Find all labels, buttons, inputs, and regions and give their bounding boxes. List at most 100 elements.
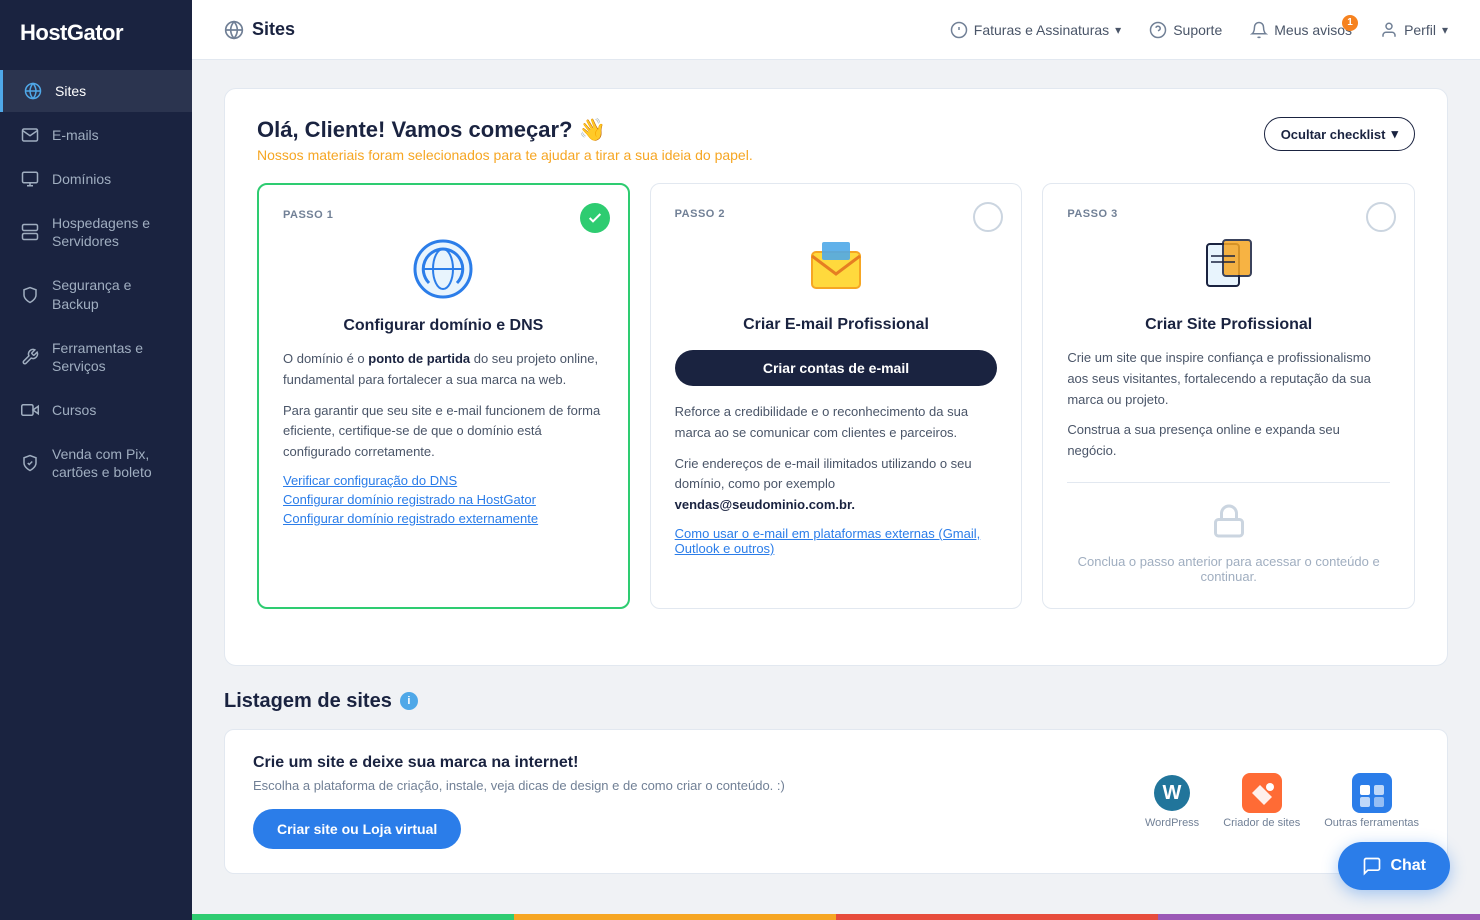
card-1-check-done (580, 203, 610, 233)
card-3-title: Criar Site Profissional (1067, 316, 1390, 334)
card-3-locked-text: Conclua o passo anterior para acessar o … (1067, 554, 1390, 584)
card-2-check-pending (973, 202, 1003, 232)
sidebar-item-dominios[interactable]: Domínios (0, 158, 192, 200)
card-2-step: PASSO 2 (675, 208, 998, 220)
sidebar-item-cursos[interactable]: Cursos (0, 389, 192, 431)
listing-card-left: Crie um site e deixe sua marca na intern… (253, 754, 785, 849)
sidebar-label-emails: E-mails (52, 127, 99, 143)
sidebar-item-hospedagens[interactable]: Hospedagens e Servidores (0, 202, 192, 262)
perfil-chevron: ▾ (1442, 23, 1448, 37)
listing-card-right: W WordPress Criador de sites (1145, 773, 1419, 829)
checklist-cards: PASSO 1 Configurar domínio e DNS (257, 183, 1415, 609)
card-1-desc1: O domínio é o ponto de partida do seu pr… (283, 349, 604, 391)
platform-criador[interactable]: Criador de sites (1223, 773, 1300, 829)
create-site-button[interactable]: Criar site ou Loja virtual (253, 809, 461, 849)
venda-icon (20, 454, 40, 472)
card-3-desc1: Crie um site que inspire confiança e pro… (1067, 348, 1390, 410)
app-logo: HostGator (0, 0, 192, 70)
sidebar-item-emails[interactable]: E-mails (0, 114, 192, 156)
card-1-link-1[interactable]: Verificar configuração do DNS (283, 473, 604, 488)
faturas-nav-item[interactable]: Faturas e Assinaturas ▾ (950, 21, 1121, 39)
card-1-title: Configurar domínio e DNS (283, 317, 604, 335)
sidebar: HostGator Sites E-mails Domínios Hospeda… (0, 0, 192, 920)
sidebar-label-seguranca: Segurança e Backup (52, 276, 172, 312)
avisos-badge: 1 (1342, 15, 1358, 31)
checklist-card-1: PASSO 1 Configurar domínio e DNS (257, 183, 630, 609)
card-3-icon (1067, 236, 1390, 300)
content-area: Olá, Cliente! Vamos começar? 👋 Nossos ma… (192, 60, 1480, 914)
platform-outras[interactable]: Outras ferramentas (1324, 773, 1419, 829)
ferramentas-icon (20, 348, 40, 366)
header-nav: Faturas e Assinaturas ▾ Suporte 1 Meus a… (950, 21, 1448, 39)
listing-title-text: Listagem de sites (224, 690, 392, 713)
listing-card-title: Crie um site e deixe sua marca na intern… (253, 754, 785, 772)
checklist-subtitle: Nossos materiais foram selecionados para… (257, 147, 753, 163)
header: Sites Faturas e Assinaturas ▾ Suporte 1 … (192, 0, 1480, 60)
card-3-locked: Conclua o passo anterior para acessar o … (1067, 482, 1390, 584)
platform-criador-label: Criador de sites (1223, 817, 1300, 829)
checklist-title: Olá, Cliente! Vamos começar? 👋 (257, 117, 753, 143)
sidebar-item-venda[interactable]: Venda com Pix, cartões e boleto (0, 433, 192, 493)
sidebar-nav: Sites E-mails Domínios Hospedagens e Ser… (0, 70, 192, 494)
hide-checklist-label: Ocultar checklist (1281, 127, 1386, 142)
chat-button[interactable]: Chat (1338, 842, 1450, 890)
checklist-header: Olá, Cliente! Vamos começar? 👋 Nossos ma… (257, 117, 1415, 163)
seguranca-icon (20, 286, 40, 304)
card-2-cta-button[interactable]: Criar contas de e-mail (675, 350, 998, 386)
hide-checklist-button[interactable]: Ocultar checklist ▾ (1264, 117, 1415, 151)
bottom-bar (192, 914, 1480, 920)
perfil-nav-item[interactable]: Perfil ▾ (1380, 21, 1448, 39)
platform-wordpress[interactable]: W WordPress (1145, 773, 1199, 829)
sidebar-item-ferramentas[interactable]: Ferramentas e Serviços (0, 327, 192, 387)
card-1-link-2[interactable]: Configurar domínio registrado na HostGat… (283, 492, 604, 507)
perfil-label: Perfil (1404, 22, 1436, 38)
sidebar-item-seguranca[interactable]: Segurança e Backup (0, 264, 192, 324)
card-2-title: Criar E-mail Profissional (675, 316, 998, 334)
listing-section: Listagem de sites i Crie um site e deixe… (224, 690, 1448, 874)
suporte-nav-item[interactable]: Suporte (1149, 21, 1222, 39)
main-content: Sites Faturas e Assinaturas ▾ Suporte 1 … (192, 0, 1480, 920)
avisos-nav-item[interactable]: 1 Meus avisos (1250, 21, 1352, 39)
listing-card: Crie um site e deixe sua marca na intern… (224, 729, 1448, 874)
dominios-icon (20, 170, 40, 188)
suporte-label: Suporte (1173, 22, 1222, 38)
lock-icon (1211, 503, 1247, 544)
emails-icon (20, 126, 40, 144)
sites-icon (23, 82, 43, 100)
info-icon: i (400, 692, 418, 710)
platform-outras-label: Outras ferramentas (1324, 817, 1419, 829)
sidebar-label-cursos: Cursos (52, 402, 96, 418)
card-3-check-pending (1366, 202, 1396, 232)
card-3-desc2: Construa a sua presença online e expanda… (1067, 420, 1390, 462)
sidebar-item-sites[interactable]: Sites (0, 70, 192, 112)
header-title: Sites (224, 19, 295, 40)
svg-text:W: W (1163, 782, 1182, 804)
page-title: Sites (252, 19, 295, 40)
sidebar-label-ferramentas: Ferramentas e Serviços (52, 339, 172, 375)
card-1-step: PASSO 1 (283, 209, 604, 221)
hide-chevron-icon: ▾ (1391, 126, 1398, 142)
listing-card-subtitle: Escolha a plataforma de criação, instale… (253, 778, 785, 793)
checklist-section: Olá, Cliente! Vamos começar? 👋 Nossos ma… (224, 88, 1448, 666)
card-2-desc1: Reforce a credibilidade e o reconhecimen… (675, 402, 998, 444)
sidebar-label-venda: Venda com Pix, cartões e boleto (52, 445, 172, 481)
avisos-label: Meus avisos (1274, 22, 1352, 38)
sidebar-label-hospedagens: Hospedagens e Servidores (52, 214, 172, 250)
card-2-desc2: Crie endereços de e-mail ilimitados util… (675, 454, 998, 516)
chat-label: Chat (1390, 857, 1426, 875)
faturas-label: Faturas e Assinaturas (974, 22, 1109, 38)
sidebar-label-dominios: Domínios (52, 171, 111, 187)
card-2-link[interactable]: Como usar o e-mail em plataformas extern… (675, 526, 998, 556)
platform-wordpress-label: WordPress (1145, 817, 1199, 829)
card-1-link-3[interactable]: Configurar domínio registrado externamen… (283, 511, 604, 526)
card-1-icon (283, 237, 604, 301)
card-3-step: PASSO 3 (1067, 208, 1390, 220)
checklist-card-2: PASSO 2 Criar E-mail Profissional Criar … (650, 183, 1023, 609)
card-2-icon (675, 236, 998, 300)
checklist-card-3: PASSO 3 Criar Site Profissional Crie um … (1042, 183, 1415, 609)
sidebar-label-sites: Sites (55, 83, 86, 99)
card-1-desc2: Para garantir que seu site e e-mail func… (283, 401, 604, 463)
faturas-chevron: ▾ (1115, 23, 1121, 37)
cursos-icon (20, 401, 40, 419)
section-title: Listagem de sites i (224, 690, 1448, 713)
